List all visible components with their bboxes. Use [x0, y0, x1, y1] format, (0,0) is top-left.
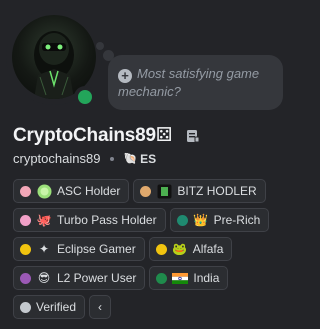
custom-status-bubble[interactable]: + Most satisfying game mechanic? [108, 55, 283, 110]
role-color-dot [20, 272, 31, 284]
chevron-left-icon: ‹ [98, 300, 103, 314]
role-color-dot [140, 185, 152, 197]
role-color-dot [156, 272, 168, 284]
display-name-text: CryptoChains89 [13, 125, 156, 146]
clan-tag-label: ES [140, 151, 157, 166]
role-turbo-pass-holder[interactable]: 🐙 Turbo Pass Holder [13, 208, 166, 232]
role-label: BITZ HODLER [177, 184, 257, 198]
role-label: Alfafa [192, 242, 224, 256]
separator-dot [110, 156, 115, 161]
role-verified[interactable]: Verified [13, 295, 86, 319]
role-pre-rich[interactable]: 👑 Pre-Rich [169, 208, 270, 232]
online-status-dot [78, 90, 92, 104]
edit-profile-icon[interactable] [186, 129, 200, 143]
role-color-dot [20, 214, 31, 226]
custom-status-text: Most satisfying game mechanic? [118, 66, 260, 99]
clan-tag[interactable]: 🐚 ES [123, 152, 156, 166]
dice-icon: ⚄ [155, 125, 173, 146]
role-alfafa[interactable]: 🐸 Alfafa [148, 237, 233, 261]
role-label: India [193, 271, 220, 285]
role-color-dot [176, 214, 188, 226]
octopus-icon: 🐙 [36, 213, 52, 227]
crown-icon: 👑 [193, 213, 209, 227]
role-label: Pre-Rich [213, 213, 261, 227]
role-bitz-hodler[interactable]: BITZ HODLER [133, 179, 266, 203]
avatar-container[interactable] [6, 9, 102, 108]
india-flag-icon [172, 270, 189, 286]
roles-list: ASC Holder BITZ HODLER 🐙 Turbo Pass Hold… [13, 179, 283, 319]
role-color-dot [20, 185, 31, 197]
sunglasses-icon: 😎 [37, 271, 51, 285]
role-l2-power-user[interactable]: 😎 L2 Power User [13, 266, 146, 290]
bitz-token-icon [156, 183, 172, 199]
username-row: cryptochains89 🐚 ES [13, 151, 156, 166]
role-label: L2 Power User [57, 271, 137, 285]
role-color-dot [20, 243, 31, 255]
role-color-dot [20, 301, 31, 313]
eclipse-icon: ✦ [38, 242, 50, 256]
role-label: Verified [36, 300, 77, 314]
add-status-icon: + [118, 69, 132, 83]
role-label: Eclipse Gamer [57, 242, 136, 256]
role-eclipse-gamer[interactable]: ✦ Eclipse Gamer [13, 237, 145, 261]
display-name: CryptoChains89⚄ [13, 124, 172, 147]
clan-tag-icon: 🐚 [123, 153, 138, 165]
online-status-indicator [74, 86, 96, 108]
role-label: ASC Holder [57, 184, 121, 198]
role-asc-holder[interactable]: ASC Holder [13, 179, 130, 203]
green-coin-icon [36, 183, 52, 199]
role-label: Turbo Pass Holder [57, 213, 157, 227]
role-color-dot [155, 243, 167, 255]
username: cryptochains89 [13, 151, 101, 166]
mascot-icon: 🐸 [172, 242, 188, 256]
collapse-roles-button[interactable]: ‹ [89, 295, 112, 319]
thought-bubble-dot-small [96, 42, 104, 50]
role-india[interactable]: India [149, 266, 229, 290]
